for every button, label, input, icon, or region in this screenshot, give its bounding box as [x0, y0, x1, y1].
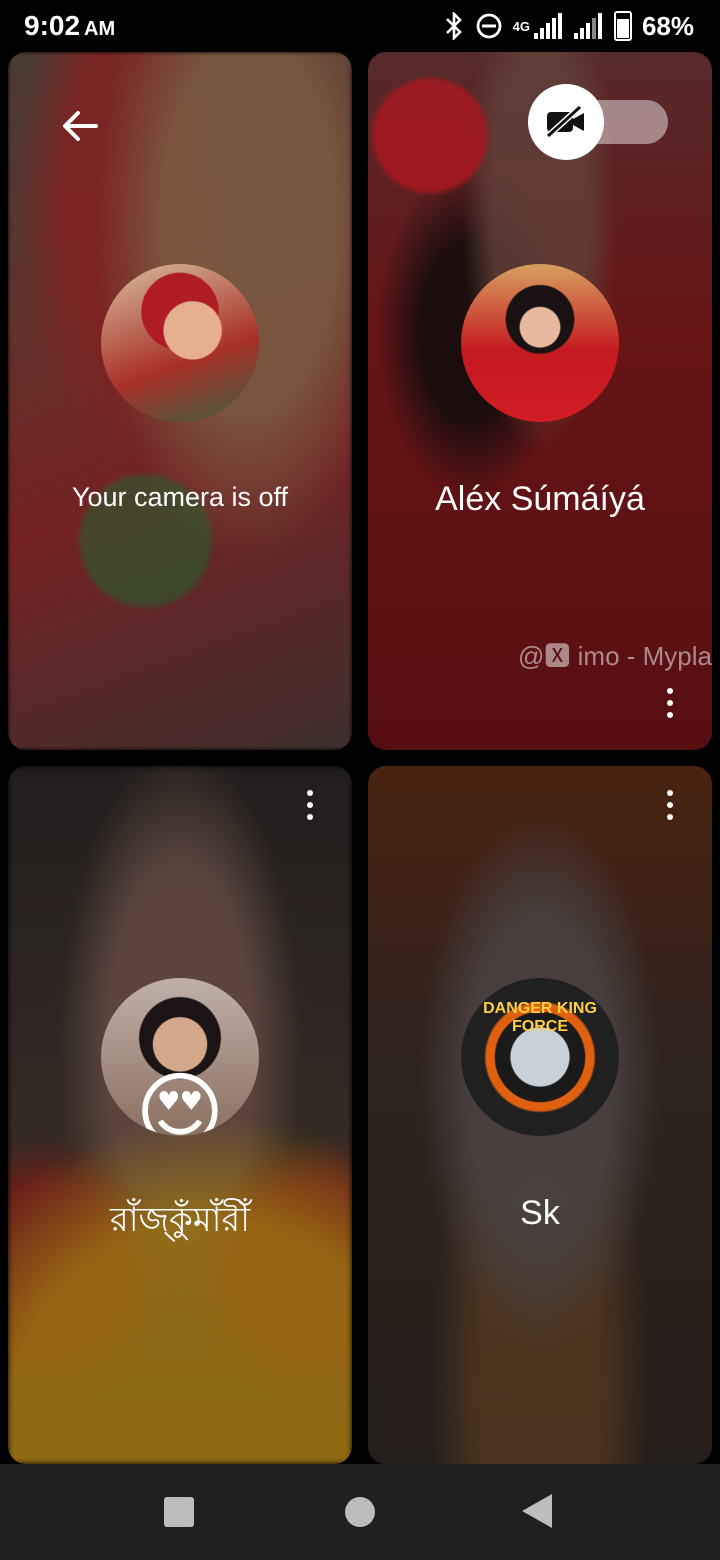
system-back-button[interactable] [522, 1494, 552, 1528]
more-vertical-icon [660, 688, 680, 718]
camera-toggle-knob[interactable] [528, 84, 604, 160]
participant-tile-alex[interactable]: Aléx Súmáíyá @🆇 imo - Mypla [368, 52, 712, 750]
do-not-disturb-icon [476, 13, 502, 39]
network-type: 4G [512, 18, 530, 34]
watermark-text: @🆇 imo - Mypla [518, 641, 712, 671]
video-off-icon [545, 104, 584, 139]
battery-percent: 68% [641, 10, 694, 41]
signal-icon-2 [573, 13, 602, 39]
participant-name: Aléx Súmáíyá [435, 480, 645, 518]
status-time-value: 9:02 [24, 10, 81, 41]
more-vertical-icon [660, 790, 680, 820]
more-vertical-icon [300, 790, 320, 820]
camera-off-label: Your camera is off [71, 482, 289, 512]
avatar: 😍 [101, 978, 259, 1136]
avatar: DANGER KING FORCE [461, 978, 619, 1136]
bluetooth-icon [445, 12, 462, 40]
heart-eyes-emoji-icon: 😍 [135, 1065, 225, 1136]
status-bar: 9:02 AM 4G 68% [0, 0, 720, 52]
more-options-button[interactable] [660, 688, 680, 728]
participant-tile-rajkumari[interactable]: 😍 রাঁজ্কুঁমাঁরীঁ [8, 766, 352, 1464]
participant-tile-self[interactable]: Your camera is off [8, 52, 352, 750]
status-time: 9:02 AM [24, 10, 115, 42]
battery-icon [613, 11, 632, 41]
more-options-button[interactable] [300, 790, 320, 830]
participant-tile-sk[interactable]: DANGER KING FORCE Sk [368, 766, 712, 1464]
avatar [461, 264, 619, 422]
participant-name: Sk [520, 1194, 560, 1232]
participant-name: রাঁজ্কুঁমাঁরীঁ [110, 1201, 250, 1239]
avatar [101, 264, 259, 422]
home-button[interactable] [345, 1497, 375, 1527]
status-time-ampm: AM [84, 18, 116, 40]
recents-button[interactable] [164, 1497, 194, 1527]
signal-icon [533, 13, 562, 39]
back-button[interactable] [58, 104, 102, 148]
system-nav-bar [0, 1464, 720, 1560]
more-options-button[interactable] [660, 790, 680, 830]
arrow-left-icon [63, 111, 98, 141]
avatar-badge-text: DANGER KING FORCE [483, 1000, 597, 1035]
camera-toggle[interactable] [528, 84, 668, 160]
status-icons: 4G 68% [443, 10, 694, 42]
